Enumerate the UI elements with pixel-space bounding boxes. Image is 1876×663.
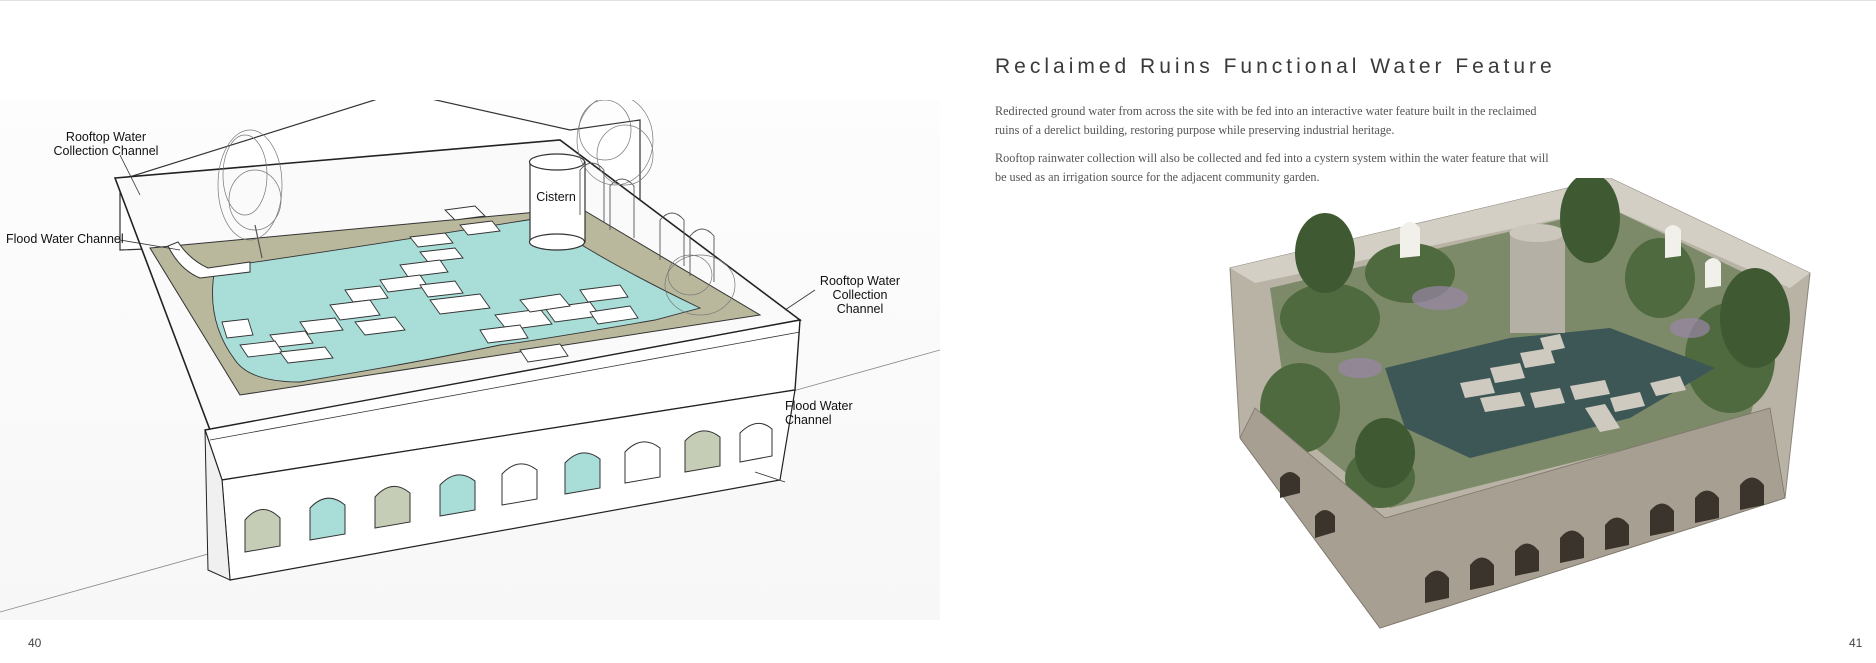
rendered-ruins-image bbox=[1210, 173, 1830, 638]
callout-rooftop-right: Rooftop Water Collection Channel bbox=[819, 274, 901, 316]
callout-cistern: Cistern bbox=[536, 190, 576, 204]
isometric-diagram: Rooftop Water Collection Channel Flood W… bbox=[0, 91, 941, 620]
page-number-right: 41 bbox=[1849, 636, 1863, 650]
callout-flood-bottom: Flood Water Channel bbox=[785, 399, 853, 427]
callout-flood-left: Flood Water Channel bbox=[6, 232, 124, 246]
paragraph-1: Redirected ground water from across the … bbox=[995, 104, 1537, 137]
callout-rooftop-top: Rooftop Water Collection Channel bbox=[53, 130, 159, 158]
page-title: Reclaimed Ruins Functional Water Feature bbox=[995, 55, 1556, 78]
document-spread: Rooftop Water Collection Channel Flood W… bbox=[0, 0, 1876, 663]
page-number-left: 40 bbox=[28, 636, 42, 650]
